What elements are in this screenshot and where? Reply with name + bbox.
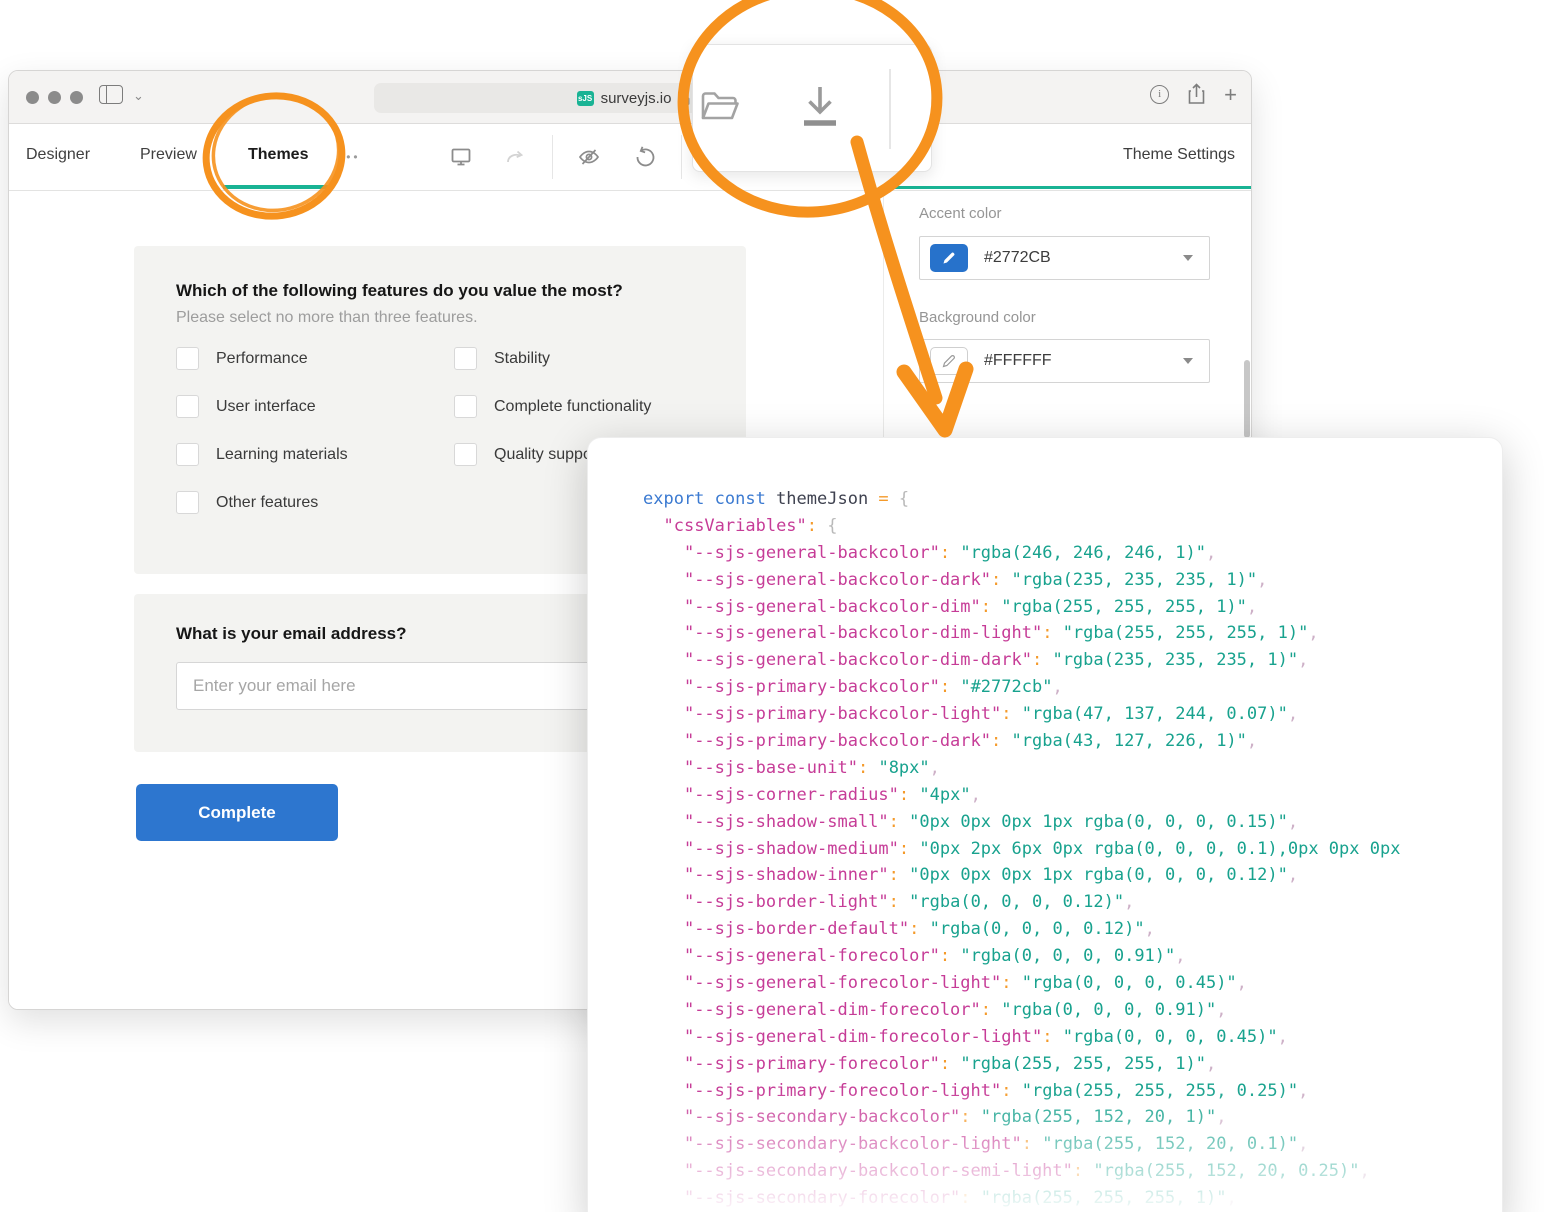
background-color-value: #FFFFFF (984, 352, 1052, 370)
zoom-button[interactable] (70, 91, 83, 104)
checkbox-item[interactable]: Performance (176, 347, 348, 370)
code-line: export const themeJson = { (643, 486, 1400, 513)
checkbox-label: Stability (494, 350, 550, 368)
toolbar-divider (552, 135, 553, 179)
minimize-button[interactable] (48, 91, 61, 104)
checkbox-label: Performance (216, 350, 308, 368)
export-toolbar-callout (692, 44, 932, 172)
checkbox[interactable] (454, 395, 477, 418)
accent-color-value: #2772CB (984, 249, 1051, 267)
import-folder-icon[interactable] (699, 87, 741, 125)
checkbox-label: Complete functionality (494, 398, 651, 416)
device-preview-icon[interactable] (449, 145, 473, 169)
code-content: export const themeJson = { "cssVariables… (643, 486, 1400, 1212)
checkbox[interactable] (176, 347, 199, 370)
checkbox-item[interactable]: Learning materials (176, 443, 348, 466)
code-line: "--sjs-general-dim-forecolor-light": "rg… (643, 1024, 1400, 1051)
code-line: "--sjs-general-backcolor": "rgba(246, 24… (643, 540, 1400, 567)
checkbox-item[interactable]: Stability (454, 347, 651, 370)
new-tab-icon[interactable]: + (1224, 85, 1237, 104)
hide-preview-icon[interactable] (577, 145, 601, 169)
lock-icon (678, 91, 691, 106)
code-line: "--sjs-border-default": "rgba(0, 0, 0, 0… (643, 916, 1400, 943)
background-color-label: Background color (919, 309, 1036, 326)
code-line: "--sjs-secondary-forecolor": "rgba(255, … (643, 1185, 1400, 1212)
checkbox-label: Learning materials (216, 446, 348, 464)
code-line: "--sjs-primary-forecolor-light": "rgba(2… (643, 1078, 1400, 1105)
checkbox[interactable] (176, 491, 199, 514)
code-line: "--sjs-general-backcolor-dim": "rgba(255… (643, 594, 1400, 621)
code-line: "--sjs-general-forecolor": "rgba(0, 0, 0… (643, 943, 1400, 970)
code-line: "--sjs-primary-backcolor": "#2772cb", (643, 674, 1400, 701)
download-icon[interactable] (797, 81, 843, 133)
code-line: "--sjs-border-light": "rgba(0, 0, 0, 0.1… (643, 889, 1400, 916)
code-line: "--sjs-general-backcolor-dim-dark": "rgb… (643, 647, 1400, 674)
page: ⌄ sJS surveyjs.io i + Designer Prev (0, 0, 1544, 1212)
code-line: "--sjs-shadow-small": "0px 0px 0px 1px r… (643, 809, 1400, 836)
code-line: "cssVariables": { (643, 513, 1400, 540)
code-line: "--sjs-shadow-medium": "0px 2px 6px 0px … (643, 836, 1400, 863)
color-picker-icon[interactable] (930, 347, 968, 375)
share-icon[interactable] (1187, 83, 1206, 105)
code-line: "--sjs-secondary-backcolor-light": "rgba… (643, 1131, 1400, 1158)
background-color-input[interactable]: #FFFFFF (919, 339, 1210, 383)
complete-button[interactable]: Complete (136, 784, 338, 841)
url-text: surveyjs.io (601, 90, 672, 107)
checkbox-item[interactable]: Complete functionality (454, 395, 651, 418)
code-line: "--sjs-general-backcolor-dark": "rgba(23… (643, 567, 1400, 594)
tab-themes[interactable]: Themes (248, 146, 308, 164)
code-line: "--sjs-secondary-backcolor-semi-light": … (643, 1158, 1400, 1185)
code-line: "--sjs-general-backcolor-dim-light": "rg… (643, 620, 1400, 647)
checkbox-item[interactable]: Other features (176, 491, 348, 514)
reset-icon[interactable] (633, 145, 657, 169)
checkbox-column-1: Performance User interface Learning materi… (176, 347, 348, 539)
code-line: "--sjs-general-forecolor-light": "rgba(0… (643, 970, 1400, 997)
question-subtitle: Please select no more than three feature… (176, 309, 478, 327)
checkbox-label: Other features (216, 494, 318, 512)
email-placeholder: Enter your email here (193, 676, 356, 696)
tab-designer[interactable]: Designer (26, 146, 90, 164)
callout-divider (889, 69, 891, 149)
more-tabs-icon[interactable]: ••• (339, 150, 361, 164)
surveyjs-favicon: sJS (577, 91, 594, 106)
chevron-down-icon[interactable] (1183, 255, 1193, 261)
checkbox[interactable] (176, 443, 199, 466)
checkbox-label: Quality support (494, 446, 602, 464)
code-line: "--sjs-primary-backcolor-dark": "rgba(43… (643, 728, 1400, 755)
code-line: "--sjs-secondary-backcolor": "rgba(255, … (643, 1104, 1400, 1131)
checkbox-label: User interface (216, 398, 316, 416)
checkbox[interactable] (176, 395, 199, 418)
code-line: "--sjs-shadow-inner": "0px 0px 0px 1px r… (643, 862, 1400, 889)
code-panel: export const themeJson = { "cssVariables… (587, 437, 1503, 1212)
accent-color-label: Accent color (919, 205, 1002, 222)
active-tab-underline (223, 185, 331, 189)
theme-settings-title: Theme Settings (1123, 146, 1235, 164)
question-title: What is your email address? (176, 624, 407, 644)
code-line: "--sjs-general-dim-forecolor": "rgba(0, … (643, 997, 1400, 1024)
code-line: "--sjs-base-unit": "8px", (643, 755, 1400, 782)
info-icon[interactable]: i (1150, 85, 1169, 104)
accent-color-input[interactable]: #2772CB (919, 236, 1210, 280)
close-button[interactable] (26, 91, 39, 104)
question-title: Which of the following features do you v… (176, 281, 623, 301)
code-line: "--sjs-corner-radius": "4px", (643, 782, 1400, 809)
sidebar-toggle-icon[interactable] (99, 85, 123, 104)
chevron-down-icon[interactable] (1183, 358, 1193, 364)
tab-preview[interactable]: Preview (140, 146, 197, 164)
chevron-down-icon[interactable]: ⌄ (133, 88, 144, 104)
scrollbar-thumb[interactable] (1244, 360, 1250, 438)
code-line: "--sjs-primary-backcolor-light": "rgba(4… (643, 701, 1400, 728)
checkbox[interactable] (454, 347, 477, 370)
tab-bar: Designer Preview Themes ••• (9, 124, 1251, 191)
redo-icon[interactable] (503, 145, 527, 169)
color-picker-icon[interactable] (930, 244, 968, 272)
checkbox-item[interactable]: User interface (176, 395, 348, 418)
toolbar-divider (681, 135, 682, 179)
browser-titlebar: ⌄ sJS surveyjs.io i + (9, 71, 1251, 124)
theme-settings-header-underline (883, 186, 1251, 189)
checkbox[interactable] (454, 443, 477, 466)
code-line: "--sjs-primary-forecolor": "rgba(255, 25… (643, 1051, 1400, 1078)
